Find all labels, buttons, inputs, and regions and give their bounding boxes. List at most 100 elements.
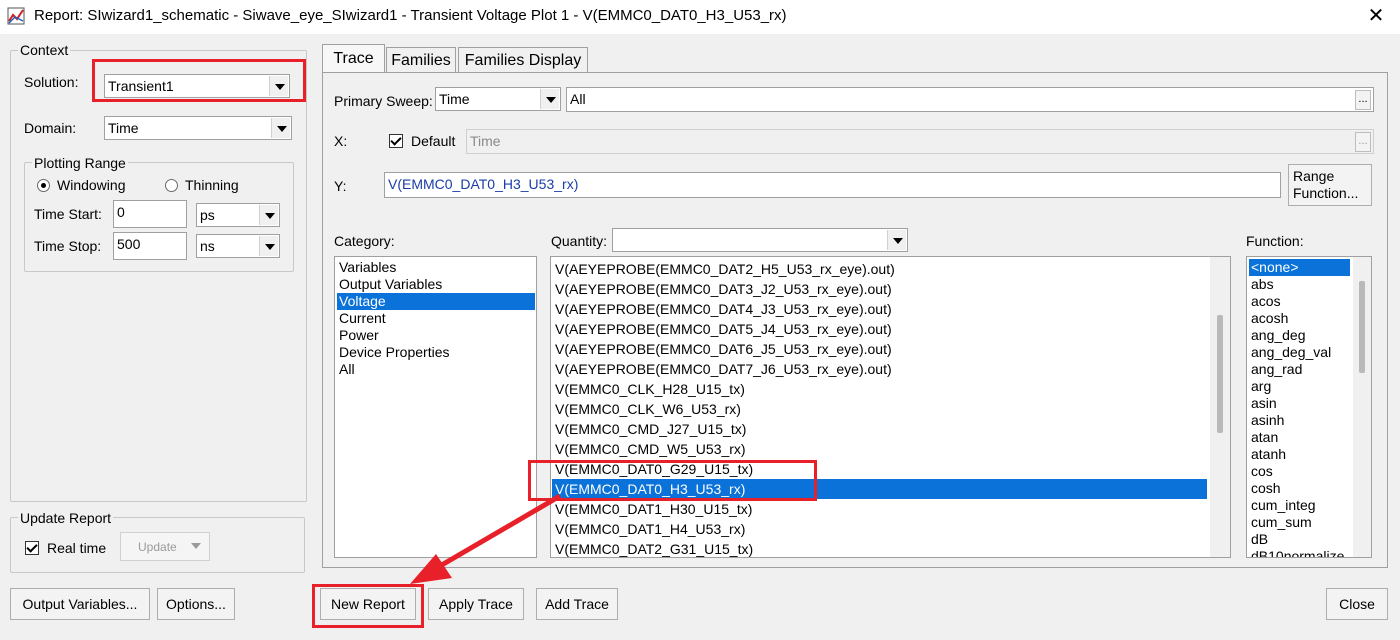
time-start-input[interactable]: 0 — [113, 200, 187, 228]
list-item[interactable]: V(AEYEPROBE(EMMC0_DAT3_J2_U53_rx_eye).ou… — [552, 279, 1207, 299]
list-item[interactable]: cum_integ — [1249, 497, 1316, 514]
list-item[interactable]: cosh — [1249, 480, 1281, 497]
update-report-label: Update Report — [18, 510, 114, 526]
quantity-list[interactable]: V(AEYEPROBE(EMMC0_DAT2_H5_U53_rx_eye).ou… — [550, 256, 1231, 558]
list-item[interactable]: Variables — [337, 259, 396, 276]
list-item[interactable]: cos — [1249, 463, 1273, 480]
list-item[interactable]: V(AEYEPROBE(EMMC0_DAT2_H5_U53_rx_eye).ou… — [552, 259, 1207, 279]
time-stop-label: Time Stop: — [34, 238, 102, 254]
domain-value: Time — [108, 120, 139, 136]
list-item[interactable]: asin — [1249, 395, 1277, 412]
highlight-solution-box — [92, 59, 306, 102]
windowing-radio[interactable] — [37, 179, 50, 192]
list-item[interactable]: Power — [337, 327, 379, 344]
list-item[interactable]: V(EMMC0_CLK_H28_U15_tx) — [552, 379, 1207, 399]
x-field: Time — [466, 129, 1374, 154]
list-item[interactable]: V(EMMC0_DAT1_H30_U15_tx) — [552, 499, 1207, 519]
list-item[interactable]: Device Properties — [337, 344, 450, 361]
list-item[interactable]: V(EMMC0_DAT1_H4_U53_rx) — [552, 519, 1207, 539]
list-item[interactable]: dB10normalize — [1249, 548, 1344, 557]
list-item[interactable]: V(AEYEPROBE(EMMC0_DAT4_J3_U53_rx_eye).ou… — [552, 299, 1207, 319]
range-function-line2: Function... — [1293, 185, 1359, 201]
x-value: Time — [470, 133, 501, 149]
quantity-scrollbar[interactable] — [1210, 257, 1230, 557]
primary-sweep-label: Primary Sweep: — [334, 93, 433, 109]
primary-sweep-value: Time — [439, 91, 470, 107]
list-item[interactable]: acos — [1249, 293, 1281, 310]
sweep-range-field[interactable]: All — [566, 87, 1374, 112]
list-item[interactable]: acosh — [1249, 310, 1288, 327]
solution-label: Solution: — [24, 74, 79, 90]
function-scroll-thumb[interactable] — [1359, 281, 1365, 373]
list-item[interactable]: V(AEYEPROBE(EMMC0_DAT7_J6_U53_rx_eye).ou… — [552, 359, 1207, 379]
y-expression-input[interactable]: V(EMMC0_DAT0_H3_U53_rx) — [384, 172, 1281, 198]
add-trace-button[interactable]: Add Trace — [536, 588, 618, 620]
options-button[interactable]: Options... — [157, 588, 235, 620]
list-item-selected[interactable]: Voltage — [337, 293, 535, 310]
list-item[interactable]: dB — [1249, 531, 1268, 548]
realtime-checkbox[interactable] — [25, 541, 39, 555]
chevron-down-icon — [259, 205, 278, 225]
tab-families-display[interactable]: Families Display — [458, 47, 588, 73]
sweep-range-ellipsis-button[interactable]: ... — [1355, 90, 1371, 110]
y-label: Y: — [334, 178, 347, 194]
context-group-label: Context — [18, 42, 71, 58]
primary-sweep-select[interactable]: Time — [435, 87, 561, 111]
chevron-down-icon — [887, 230, 906, 250]
list-item[interactable]: V(AEYEPROBE(EMMC0_DAT6_J5_U53_rx_eye).ou… — [552, 339, 1207, 359]
quantity-label: Quantity: — [551, 233, 608, 249]
domain-label: Domain: — [24, 120, 77, 136]
function-scrollbar[interactable] — [1353, 257, 1371, 557]
range-function-line1: Range — [1293, 168, 1335, 184]
list-item[interactable]: abs — [1249, 276, 1274, 293]
time-stop-unit: ns — [200, 238, 215, 254]
list-item[interactable]: V(EMMC0_CMD_W5_U53_rx) — [552, 439, 1207, 459]
x-default-checkbox[interactable] — [389, 134, 403, 148]
list-item[interactable]: V(EMMC0_CLK_W6_U53_rx) — [552, 399, 1207, 419]
realtime-label: Real time — [47, 540, 107, 556]
x-default-label: Default — [411, 133, 456, 149]
window-close-icon[interactable]: ✕ — [1352, 0, 1400, 34]
apply-trace-button[interactable]: Apply Trace — [428, 588, 524, 620]
list-item[interactable]: ang_deg — [1249, 327, 1306, 344]
list-item[interactable]: ang_rad — [1249, 361, 1302, 378]
chevron-down-icon — [259, 236, 278, 256]
update-button[interactable]: Update — [120, 532, 210, 561]
thinning-radio[interactable] — [165, 179, 178, 192]
windowing-label: Windowing — [57, 177, 126, 193]
range-function-button[interactable]: Range Function... — [1288, 164, 1372, 206]
chevron-down-icon — [540, 89, 559, 109]
tab-families[interactable]: Families — [386, 47, 456, 73]
list-item[interactable]: asinh — [1249, 412, 1284, 429]
list-item-selected[interactable]: <none> — [1249, 259, 1350, 276]
list-item[interactable]: Output Variables — [337, 276, 442, 293]
window-title: Report: SIwizard1_schematic - Siwave_eye… — [34, 7, 787, 24]
time-start-unit-select[interactable]: ps — [196, 203, 280, 227]
list-item[interactable]: atanh — [1249, 446, 1286, 463]
time-start-unit: ps — [200, 207, 215, 223]
list-item[interactable]: cum_sum — [1249, 514, 1312, 531]
highlight-new-report-box — [312, 584, 424, 628]
thinning-label: Thinning — [185, 177, 239, 193]
quantity-filter-select[interactable] — [612, 228, 908, 252]
chevron-down-icon — [271, 118, 290, 138]
time-stop-value: 500 — [117, 236, 141, 252]
time-stop-input[interactable]: 500 — [113, 232, 187, 260]
list-item[interactable]: V(EMMC0_CMD_J27_U15_tx) — [552, 419, 1207, 439]
function-label: Function: — [1246, 233, 1304, 249]
domain-select[interactable]: Time — [104, 116, 292, 140]
list-item[interactable]: arg — [1249, 378, 1271, 395]
quantity-scroll-thumb[interactable] — [1217, 315, 1223, 433]
list-item[interactable]: All — [337, 361, 355, 378]
function-list[interactable]: <none> abs acos acosh ang_deg ang_deg_va… — [1246, 256, 1372, 558]
list-item[interactable]: V(EMMC0_DAT2_G31_U15_tx) — [552, 539, 1207, 557]
list-item[interactable]: Current — [337, 310, 386, 327]
list-item[interactable]: atan — [1249, 429, 1278, 446]
time-stop-unit-select[interactable]: ns — [196, 234, 280, 258]
output-variables-button[interactable]: Output Variables... — [10, 588, 150, 620]
list-item[interactable]: V(AEYEPROBE(EMMC0_DAT5_J4_U53_rx_eye).ou… — [552, 319, 1207, 339]
tab-trace[interactable]: Trace — [322, 44, 385, 73]
time-start-value: 0 — [117, 204, 125, 220]
list-item[interactable]: ang_deg_val — [1249, 344, 1331, 361]
close-button[interactable]: Close — [1326, 588, 1388, 620]
